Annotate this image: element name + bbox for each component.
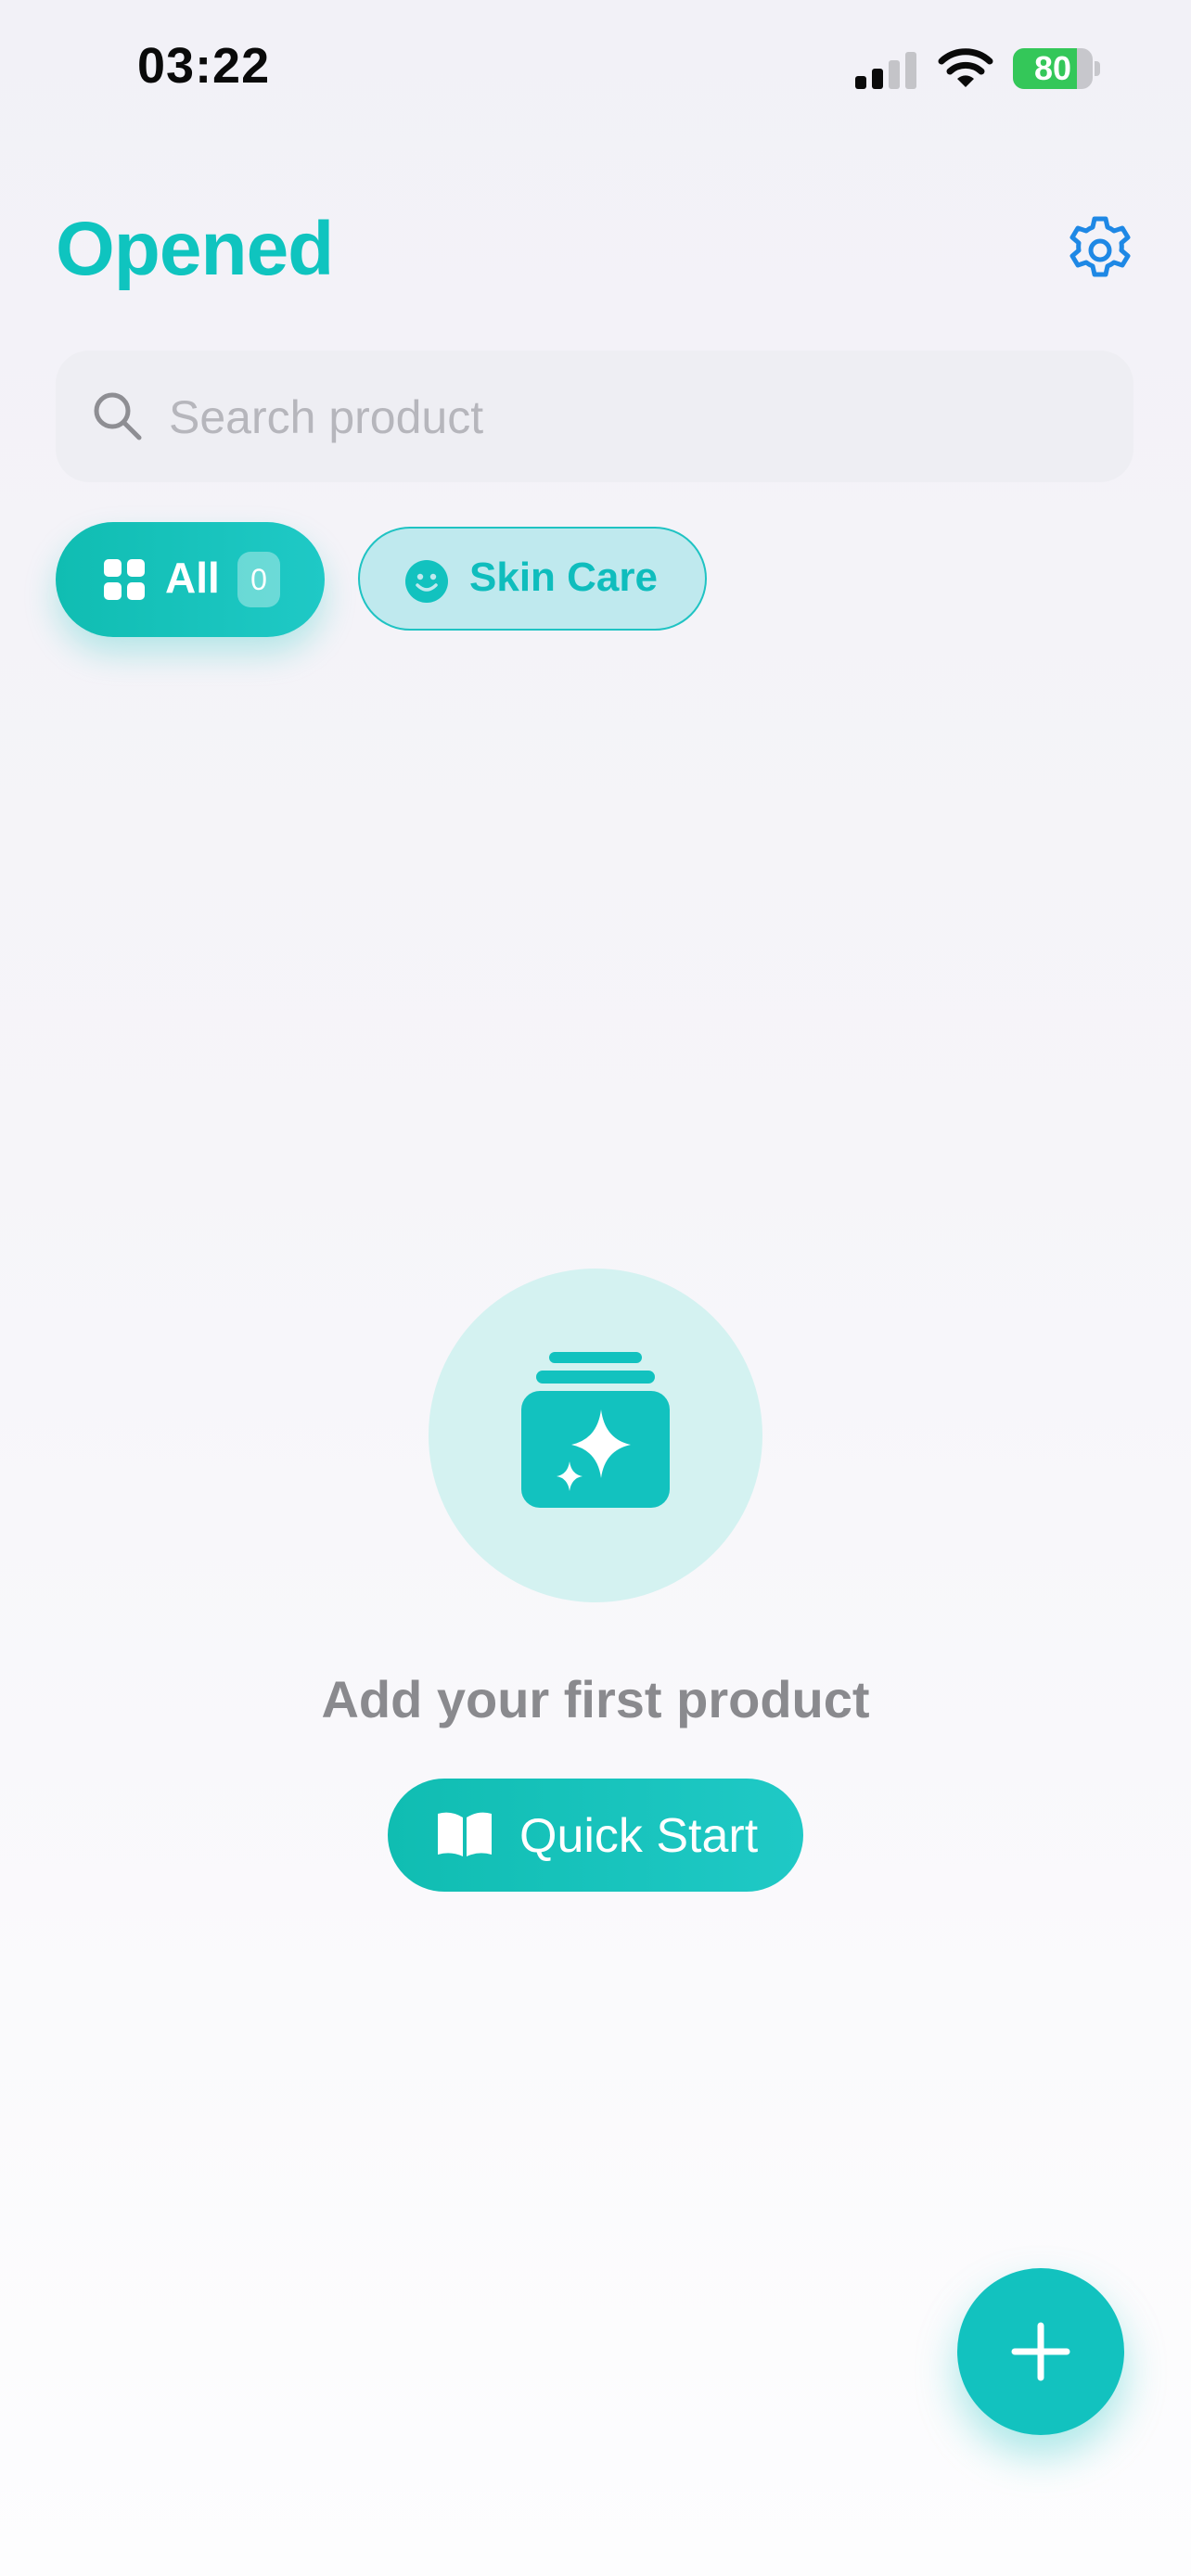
quick-start-label: Quick Start	[519, 1809, 759, 1863]
smiley-icon	[405, 560, 448, 603]
battery-indicator: 80	[1013, 48, 1100, 89]
filter-chip-all-label: All	[165, 554, 220, 602]
book-icon	[438, 1812, 492, 1856]
stack-sparkle-icon	[521, 1352, 670, 1508]
page-title: Opened	[56, 207, 334, 291]
grid-icon	[104, 559, 145, 600]
filter-count-badge: 0	[237, 552, 280, 607]
wifi-icon	[938, 48, 993, 87]
filter-chip-skin-care-label: Skin Care	[469, 555, 658, 600]
search-icon	[94, 392, 142, 440]
empty-state-title: Add your first product	[321, 1670, 870, 1728]
status-time: 03:22	[137, 38, 271, 94]
battery-level-text: 80	[1033, 49, 1072, 87]
search-input[interactable]	[169, 382, 1096, 453]
cellular-signal-icon	[855, 52, 916, 89]
plus-icon	[1011, 2322, 1070, 2381]
gear-icon[interactable]	[1063, 213, 1137, 287]
